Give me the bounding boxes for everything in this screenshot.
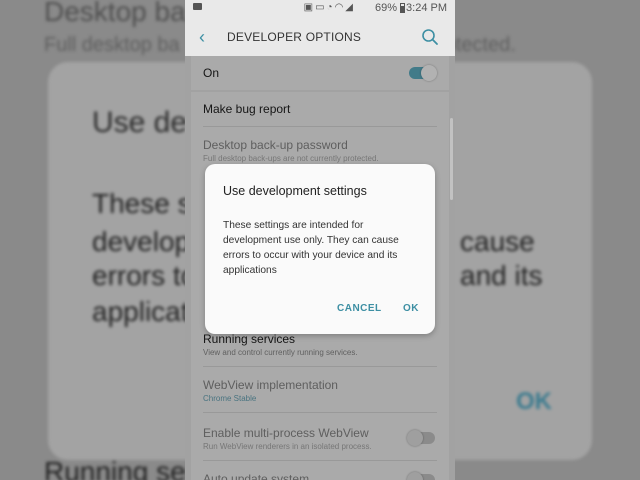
bg-ok: OK — [516, 388, 552, 415]
bg-top-sub: Full desktop ba — [44, 34, 180, 56]
battery-icon — [400, 3, 405, 13]
wifi-icon: ◠ — [334, 2, 346, 13]
dialog-title: Use development settings — [223, 184, 367, 198]
bg-dialog-line: cause — [460, 226, 535, 257]
scrollbar[interactable] — [450, 118, 453, 200]
page-title: DEVELOPER OPTIONS — [227, 30, 362, 44]
camera-icon — [193, 3, 202, 10]
cast-icon: ▭ — [315, 2, 327, 13]
alarm-icon: ◔ — [326, 2, 335, 13]
battery-level: 69% — [374, 2, 397, 14]
search-icon[interactable] — [421, 28, 439, 46]
bg-top-title: Desktop ba — [44, 0, 186, 27]
status-time: 3:24 PM — [406, 2, 447, 14]
status-bar: ▣▭◔◠◢ 69% 3:24 PM — [185, 0, 455, 18]
back-icon[interactable]: ‹ — [199, 27, 205, 48]
bg-bottom-text: Running ser — [44, 456, 195, 480]
app-bar: ‹ DEVELOPER OPTIONS — [185, 18, 455, 56]
bg-dialog-line: and its — [460, 260, 543, 291]
signal-icon: ◢ — [345, 2, 355, 13]
status-icons: ▣▭◔◠◢ — [304, 2, 355, 13]
dialog-body: These settings are intended for developm… — [223, 220, 399, 276]
sim-icon: ▣ — [303, 2, 316, 13]
bg-dialog-line: errors to — [92, 260, 197, 291]
ok-button[interactable]: OK — [403, 303, 419, 314]
development-settings-dialog: Use development settings These settings … — [205, 164, 435, 334]
cancel-button[interactable]: CANCEL — [337, 303, 382, 314]
bg-dialog-line: applicati — [92, 296, 195, 327]
